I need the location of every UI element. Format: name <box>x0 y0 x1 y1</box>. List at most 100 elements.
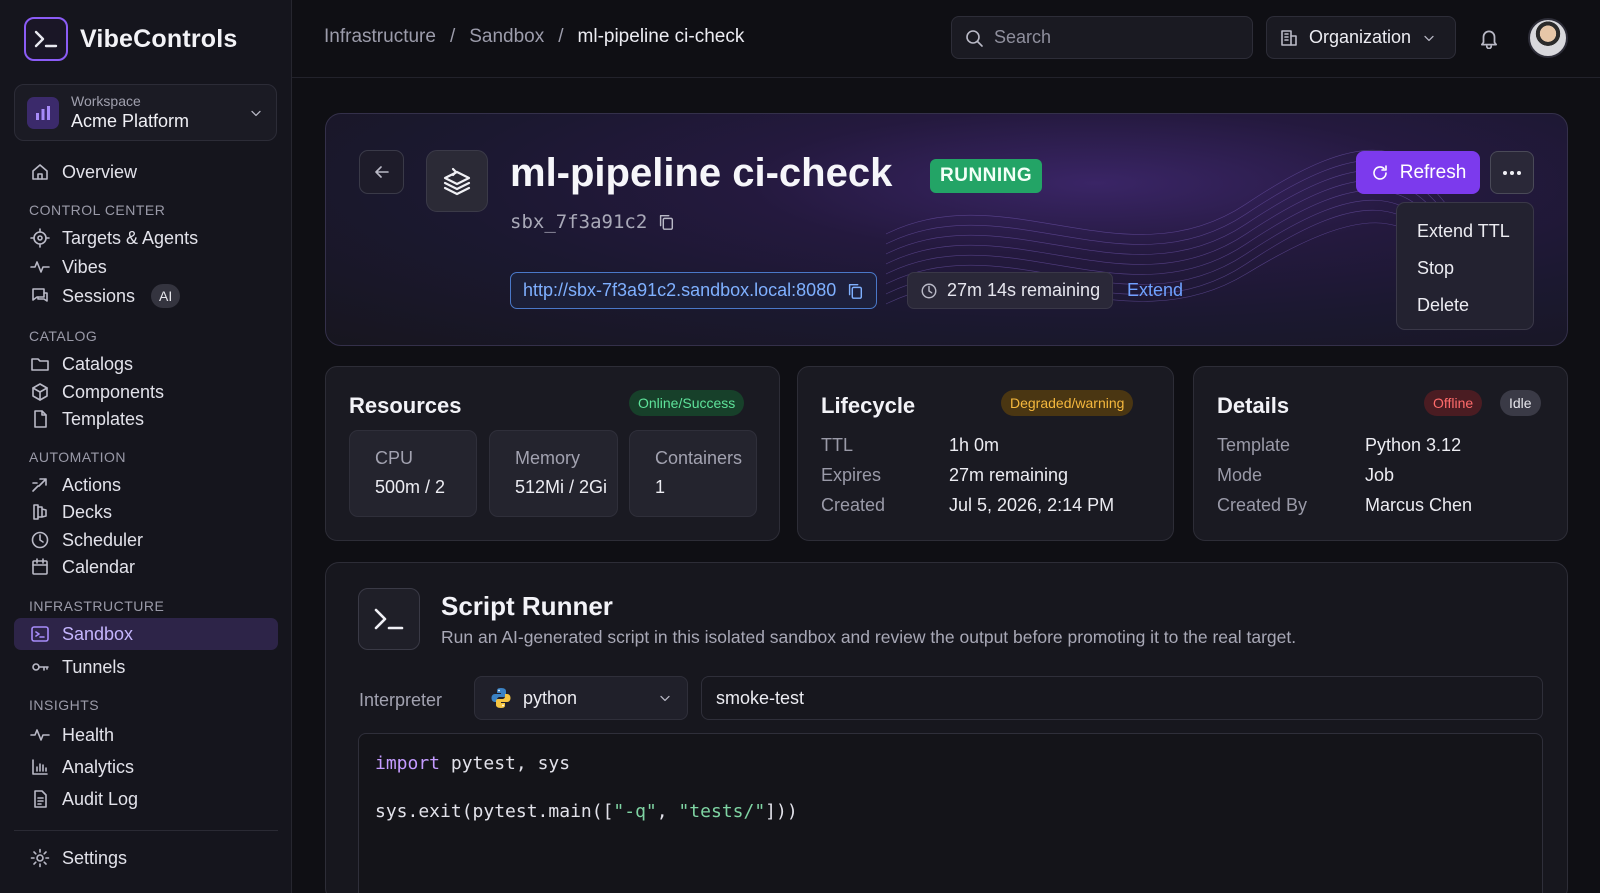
sidebar-item-components[interactable]: Components <box>14 378 278 406</box>
sidebar-item-label: Health <box>62 724 115 745</box>
more-options-button[interactable] <box>1490 151 1534 194</box>
user-avatar[interactable] <box>1528 18 1568 58</box>
runner-description: Run an AI-generated script in this isola… <box>441 627 1297 647</box>
sidebar-item-overview[interactable]: Overview <box>14 158 278 186</box>
ttl-remaining: 27m 14s remaining <box>947 280 1101 300</box>
sidebar-item-tunnels[interactable]: Tunnels <box>14 653 278 681</box>
script-name-input[interactable] <box>701 676 1543 720</box>
lifecycle-title: Lifecycle <box>821 393 916 418</box>
bell-icon[interactable] <box>1478 27 1500 49</box>
document-icon <box>34 790 47 808</box>
sandbox-url[interactable]: http://sbx-7f3a91c2.sandbox.local:8080 <box>523 280 836 301</box>
sidebar-item-analytics[interactable]: Analytics <box>14 753 278 781</box>
extend-link[interactable]: Extend <box>1127 280 1183 301</box>
created-row: Created Jul 5, 2026, 2:14 PM <box>821 495 1114 516</box>
pulse-icon <box>30 261 50 273</box>
mode-row: Mode Job <box>1217 465 1394 486</box>
brand[interactable]: VibeControls <box>24 17 238 61</box>
organization-label: Organization <box>1309 27 1412 47</box>
sidebar-item-label: Targets & Agents <box>62 227 199 248</box>
copy-icon[interactable] <box>846 282 864 300</box>
search-input[interactable] <box>994 27 1234 48</box>
resources-title: Resources <box>349 393 462 418</box>
breadcrumb: Infrastructure / Sandbox / ml-pipeline c… <box>324 26 744 48</box>
sandbox-header-card: ml-pipeline ci-check RUNNING sbx_7f3a91c… <box>325 113 1568 346</box>
created-value: Jul 5, 2026, 2:14 PM <box>949 495 1115 515</box>
status-badge: RUNNING <box>930 159 1043 193</box>
menu-item-stop[interactable]: Stop <box>1397 250 1533 287</box>
details-card: Details Offline Idle Template Python 3.1… <box>1193 366 1568 541</box>
sidebar-item-catalogs[interactable]: Catalogs <box>14 350 278 378</box>
folder-icon <box>31 358 49 371</box>
building-icon <box>1281 29 1297 46</box>
sidebar-item-audit-log[interactable]: Audit Log <box>14 785 278 813</box>
breadcrumb-item-current: ml-pipeline ci-check <box>577 26 745 47</box>
sidebar-item-label: Audit Log <box>62 788 139 809</box>
sidebar-item-sessions[interactable]: Sessions AI <box>14 282 278 310</box>
sidebar-item-settings[interactable]: Settings <box>14 844 278 872</box>
sidebar-item-label: Components <box>62 381 165 402</box>
sidebar-item-label: Analytics <box>62 756 135 777</box>
workspace-name: Acme Platform <box>71 111 190 131</box>
cpu-value: 500m / 2 <box>375 477 446 497</box>
gear-icon <box>30 848 50 868</box>
expires-value: 27m remaining <box>949 465 1069 485</box>
created-label: Created <box>821 495 886 515</box>
ttl-row: TTL 1h 0m <box>821 435 999 456</box>
sidebar-item-targets[interactable]: Targets & Agents <box>14 224 278 252</box>
code-text: sys.exit(pytest.main([ <box>375 801 614 822</box>
containers-label: Containers <box>655 448 743 468</box>
organization-selector[interactable]: Organization <box>1266 16 1456 59</box>
menu-item-extend-ttl[interactable]: Extend TTL <box>1397 213 1533 250</box>
sidebar-item-label: Decks <box>62 501 113 522</box>
sidebar-item-label: Sandbox <box>62 623 134 644</box>
home-icon <box>32 164 48 180</box>
sidebar-divider <box>14 830 278 831</box>
sidebar-item-label: Templates <box>62 408 145 429</box>
sandbox-id: sbx_7f3a91c2 <box>510 211 648 233</box>
sidebar-item-label: Settings <box>62 847 128 868</box>
wave-decoration <box>886 149 1446 305</box>
sidebar-item-decks[interactable]: Decks <box>14 498 278 526</box>
breadcrumb-item-sandbox[interactable]: Sandbox <box>469 26 544 48</box>
created-by-row: Created By Marcus Chen <box>1217 495 1472 516</box>
code-keyword: import <box>375 753 441 774</box>
memory-value: 512Mi / 2Gi <box>515 477 608 497</box>
interpreter-select[interactable]: python <box>474 676 688 720</box>
sidebar-item-sandbox[interactable]: Sandbox <box>14 618 278 650</box>
sandbox-url-pill[interactable]: http://sbx-7f3a91c2.sandbox.local:8080 <box>510 272 878 309</box>
status-badge-success: Online/Success <box>629 390 745 416</box>
template-value: Python 3.12 <box>1365 435 1462 455</box>
details-title: Details <box>1217 393 1290 418</box>
heartbeat-icon <box>30 729 50 741</box>
sidebar-item-label: Sessions <box>62 285 136 306</box>
chevron-down-icon <box>660 695 670 702</box>
workspace-switcher[interactable]: Workspace Acme Platform <box>14 84 277 141</box>
search-box[interactable] <box>951 16 1253 59</box>
code-editor[interactable]: import pytest, sys sys.exit(pytest.main(… <box>358 733 1543 893</box>
sidebar-item-scheduler[interactable]: Scheduler <box>14 526 278 554</box>
interpreter-value: python <box>523 687 578 708</box>
breadcrumb-item-infrastructure[interactable]: Infrastructure <box>324 26 436 48</box>
refresh-button[interactable]: Refresh <box>1356 151 1480 194</box>
created-by-value: Marcus Chen <box>1365 495 1473 515</box>
app-name: VibeControls <box>80 24 238 53</box>
terminal-prompt-icon <box>358 588 420 650</box>
code-string: "tests/" <box>678 801 766 822</box>
sidebar-item-actions[interactable]: Actions <box>14 471 278 499</box>
refresh-icon <box>1372 164 1387 180</box>
sidebar-item-label: Actions <box>62 474 122 495</box>
containers-value: 1 <box>655 477 666 497</box>
script-runner-card: Script Runner Run an AI-generated script… <box>325 562 1568 893</box>
sidebar-item-templates[interactable]: Templates <box>14 405 278 433</box>
back-button[interactable] <box>359 150 404 194</box>
sidebar-item-vibes[interactable]: Vibes <box>14 253 278 281</box>
sidebar-item-health[interactable]: Health <box>14 721 278 749</box>
clock-icon <box>921 283 937 298</box>
sidebar-item-label: Tunnels <box>62 656 126 677</box>
copy-icon[interactable] <box>657 213 675 231</box>
menu-item-delete[interactable]: Delete <box>1397 287 1533 324</box>
file-icon <box>34 410 47 428</box>
ellipsis-icon <box>1503 170 1521 175</box>
sidebar-item-calendar[interactable]: Calendar <box>14 553 278 581</box>
